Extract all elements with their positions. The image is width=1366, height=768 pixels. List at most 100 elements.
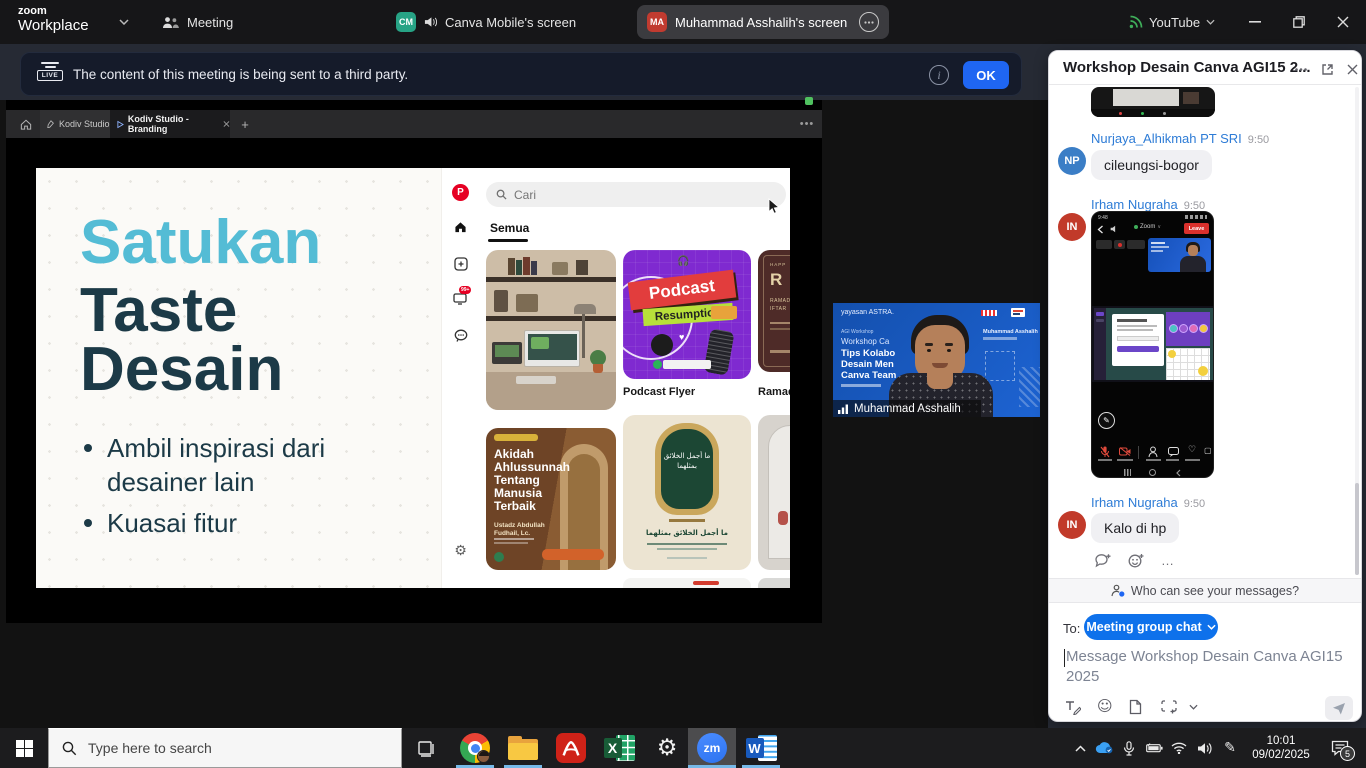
avatar-np[interactable]: NP xyxy=(1058,147,1086,175)
pinterest-updates-icon[interactable]: 99+ xyxy=(453,292,468,306)
chat-image-phone-screenshot[interactable]: 9:48 Zoom ∨ Leave xyxy=(1091,211,1214,478)
screenshot-icon[interactable] xyxy=(1161,700,1177,714)
phone-status-time: 9:48 xyxy=(1098,215,1108,221)
tabbar-more-icon[interactable]: ••• xyxy=(796,110,818,138)
tab-meeting[interactable]: Meeting xyxy=(162,0,233,44)
ok-button[interactable]: OK xyxy=(963,61,1009,89)
phone-annotate-fab: ✎ xyxy=(1098,412,1115,429)
restore-button[interactable] xyxy=(1279,0,1319,44)
taskbar-search-input[interactable]: Type here to search xyxy=(48,728,402,768)
tray-battery-icon[interactable] xyxy=(1142,728,1166,768)
chat-image-partial[interactable] xyxy=(1091,87,1215,117)
pinterest-home-icon[interactable] xyxy=(453,220,468,234)
pin-akidah[interactable]: Akidah Ahlussunnah Tentang Manusia Terba… xyxy=(486,428,616,570)
pin-podcast-flyer[interactable]: 🎧 Podcast Resumption ♥ xyxy=(623,250,751,379)
text-caret xyxy=(1064,649,1065,667)
chat-more-icon[interactable] xyxy=(1292,60,1310,78)
minimize-button[interactable] xyxy=(1235,0,1275,44)
tray-microphone-icon[interactable] xyxy=(1117,728,1141,768)
info-icon[interactable]: i xyxy=(929,65,949,85)
pin-sliver-2 xyxy=(758,578,790,588)
youtube-chevron-down-icon xyxy=(1206,19,1215,25)
browser-tab-kodiv-branding[interactable]: Kodiv Studio - Branding xyxy=(110,110,230,138)
pin-interior[interactable] xyxy=(758,415,790,570)
message-bubble: cileungsi-bogor xyxy=(1091,150,1212,180)
recipient-selector[interactable]: Meeting group chat xyxy=(1084,614,1218,640)
workspace-chevron-down-icon[interactable] xyxy=(116,14,132,30)
taskbar-acrobat-icon[interactable] xyxy=(548,728,594,768)
logo-deco-2 xyxy=(1011,308,1025,317)
youtube-live-control[interactable]: YouTube xyxy=(1128,0,1215,44)
taskbar-explorer-icon[interactable] xyxy=(500,728,546,768)
share-border-handle xyxy=(805,97,813,105)
search-placeholder: Type here to search xyxy=(88,740,212,756)
chat-message-input[interactable]: Message Workshop Desain Canva AGI15 2025 xyxy=(1066,647,1348,687)
chat-close-icon[interactable] xyxy=(1343,60,1361,78)
tab-more-options-icon[interactable] xyxy=(859,12,879,32)
muhammad-avatar: MA xyxy=(647,12,667,32)
pinterest-screenshot: P 99+ ⚙ xyxy=(441,168,790,588)
banner-text: The content of this meeting is being sen… xyxy=(73,67,408,82)
pin-ramadan-label[interactable]: Ramada xyxy=(758,386,790,398)
tray-chevron-up-icon[interactable] xyxy=(1068,728,1092,768)
zoom-workplace-window: zoom Workplace Meeting CM Canva Mobile's… xyxy=(0,0,1366,768)
avatar-in[interactable]: IN xyxy=(1058,213,1086,241)
speaker-video-tile[interactable]: yayasan ASTRA. AGI Workshop Workshop Ca … xyxy=(833,303,1040,417)
pinterest-create-icon[interactable] xyxy=(453,256,468,271)
tab-muhammad-label: Muhammad Asshalih's screen xyxy=(675,15,847,30)
tray-onedrive-icon[interactable] xyxy=(1092,728,1116,768)
shared-screen-content: Kodiv Studio Kodiv Studio - Branding + •… xyxy=(6,100,822,623)
home-icon[interactable] xyxy=(14,110,38,138)
zoom-workplace-logo[interactable]: zoom Workplace xyxy=(18,5,89,35)
privacy-bar[interactable]: Who can see your messages? xyxy=(1049,578,1361,603)
tray-volume-icon[interactable] xyxy=(1192,728,1216,768)
message-more-icon[interactable]: … xyxy=(1161,553,1175,568)
windows-taskbar: Type here to search xyxy=(0,728,1366,768)
pinterest-logo-icon[interactable]: P xyxy=(452,184,469,201)
tab-close-icon[interactable] xyxy=(223,120,230,128)
to-label: To: xyxy=(1063,621,1080,636)
add-reaction-icon[interactable] xyxy=(1128,553,1145,568)
task-view-button[interactable] xyxy=(404,728,448,768)
pin-ramadan[interactable]: HAPP R RAMADAN IFTAR xyxy=(758,250,790,372)
pinterest-messages-icon[interactable] xyxy=(453,328,468,342)
send-button[interactable] xyxy=(1325,696,1353,720)
phone-leave-button: Leave xyxy=(1184,223,1209,234)
chat-scrollbar-thumb[interactable] xyxy=(1355,483,1359,575)
emoji-icon[interactable]: ☺ xyxy=(1097,697,1113,715)
toolbar-chevron-down-icon[interactable] xyxy=(1189,704,1198,710)
pinterest-settings-gear-icon[interactable]: ⚙ xyxy=(452,542,469,559)
format-icon[interactable] xyxy=(1065,700,1081,715)
reply-icon[interactable] xyxy=(1095,553,1112,568)
attach-file-icon[interactable] xyxy=(1129,699,1142,715)
pin-podcast-label[interactable]: Podcast Flyer xyxy=(623,386,695,398)
tab-muhammad-screen-active[interactable]: MA Muhammad Asshalih's screen xyxy=(637,5,889,39)
taskbar-excel-icon[interactable]: X xyxy=(596,728,642,768)
shared-screen-stage: Kodiv Studio Kodiv Studio - Branding + •… xyxy=(0,100,1048,728)
start-button[interactable] xyxy=(0,728,48,768)
tray-pen-icon[interactable]: ✎ xyxy=(1218,728,1242,768)
pin-arabic-calligraphy[interactable]: ما أجمل الخلائق بمثلهما ما أجمل الخلائق … xyxy=(623,415,751,570)
tab-canva-mobiles-screen[interactable]: CM Canva Mobile's screen xyxy=(396,0,576,44)
taskbar-chrome-icon[interactable] xyxy=(452,728,498,768)
action-center-button[interactable]: 5 xyxy=(1322,728,1358,768)
tray-wifi-icon[interactable] xyxy=(1167,728,1191,768)
new-tab-plus-icon[interactable]: + xyxy=(234,110,256,138)
phone-tag-2 xyxy=(1114,240,1125,249)
slide-title-1: Satukan xyxy=(80,212,321,274)
message-sender: Nurjaya_Alhikmah PT SRI9:50 xyxy=(1091,131,1269,146)
pinterest-search-input[interactable]: Cari xyxy=(486,182,786,207)
avatar-in[interactable]: IN xyxy=(1058,511,1086,539)
live-label: LIVE xyxy=(37,70,63,81)
taskbar-settings-gear-icon[interactable]: ⚙ xyxy=(644,728,690,768)
taskbar-zoom-icon-active[interactable]: zm xyxy=(688,728,736,768)
tray-clock[interactable]: 10:01 09/02/2025 xyxy=(1244,728,1318,768)
pin-desk-photo[interactable] xyxy=(486,250,616,410)
tab-semua[interactable]: Semua xyxy=(490,221,529,235)
chat-title: Workshop Desain Canva AGI15 2... xyxy=(1063,59,1311,76)
browser-tab-kodiv-studio[interactable]: Kodiv Studio xyxy=(40,110,110,138)
chat-popout-icon[interactable] xyxy=(1318,60,1336,78)
pin-sliver-1 xyxy=(623,578,751,588)
taskbar-word-icon[interactable]: W xyxy=(738,728,784,768)
close-button[interactable] xyxy=(1323,0,1363,44)
